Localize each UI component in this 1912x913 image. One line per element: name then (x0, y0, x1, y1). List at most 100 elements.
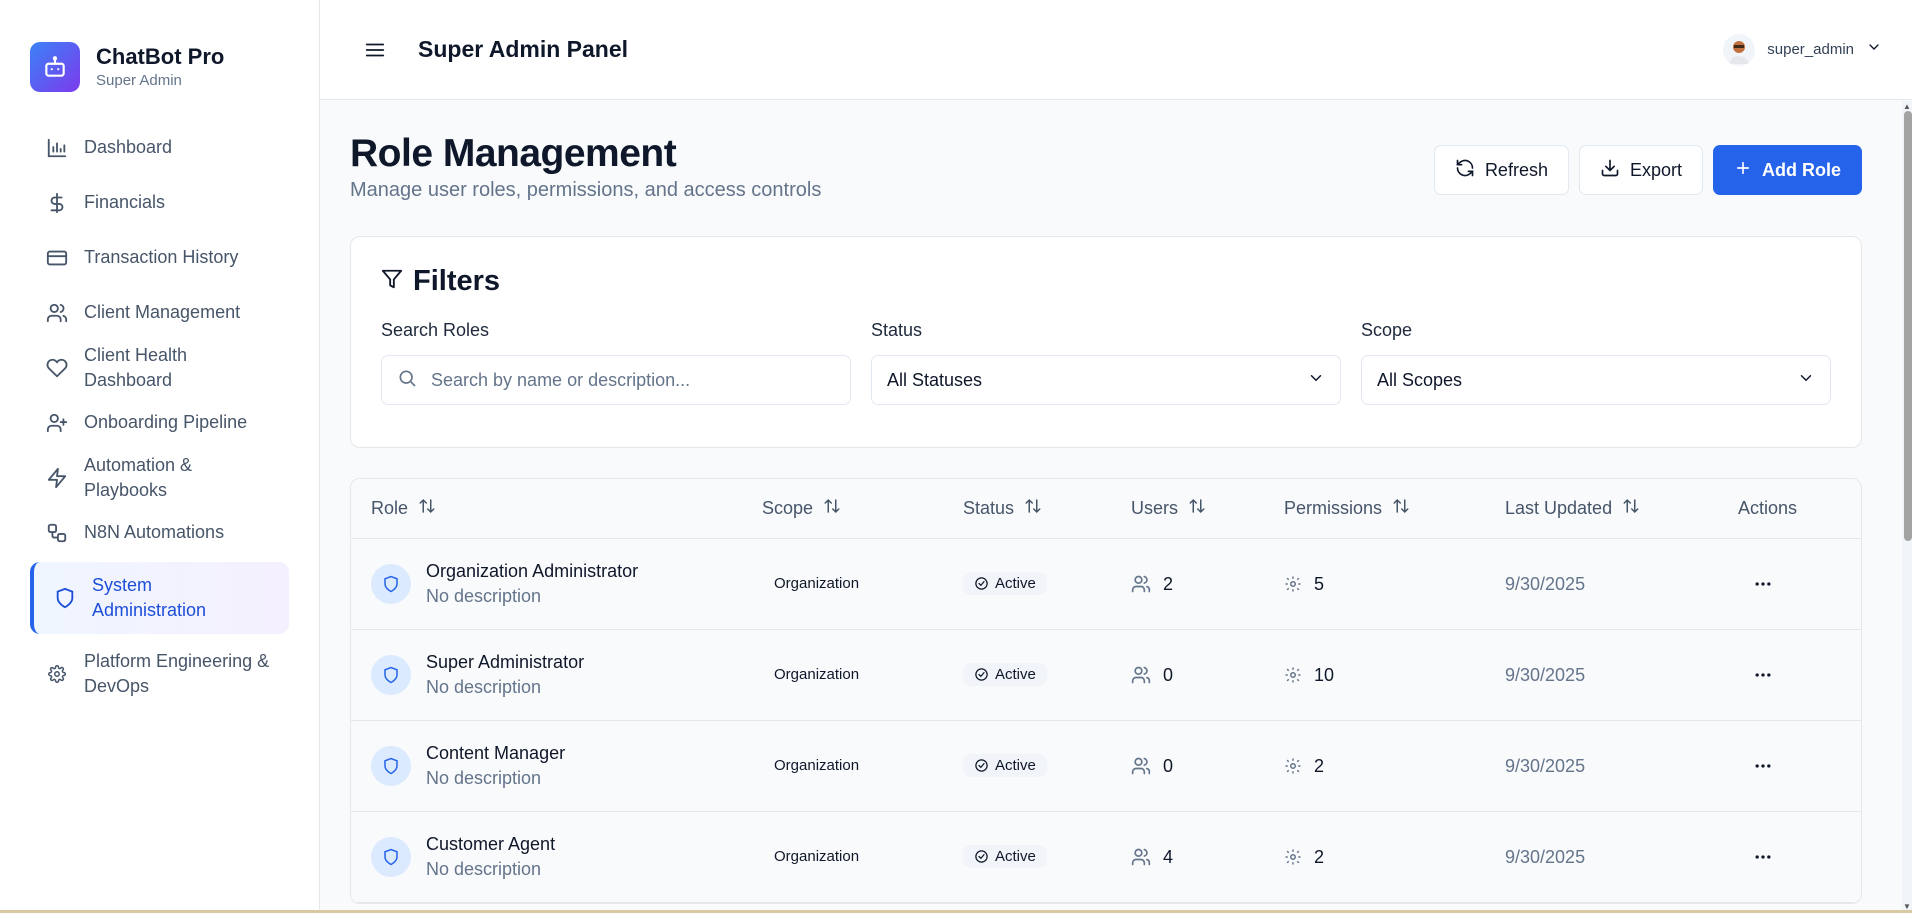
gear-icon (1285, 667, 1301, 683)
users-count: 4 (1163, 846, 1174, 867)
bar-chart-icon (44, 137, 70, 159)
check-circle-icon (975, 668, 988, 681)
heart-icon (44, 357, 70, 379)
search-icon (397, 368, 417, 393)
gear-icon (1285, 576, 1301, 592)
role-description: No description (426, 586, 542, 606)
role-name: Organization Administrator (426, 561, 639, 581)
search-input[interactable] (431, 369, 835, 391)
scope-select[interactable]: All Scopes (1361, 355, 1831, 405)
sidebar-item-automation-playbooks[interactable]: Automation & Playbooks (30, 450, 289, 505)
last-updated: 9/30/2025 (1505, 573, 1586, 594)
column-header-scope[interactable]: Scope (762, 497, 963, 520)
users-count: 0 (1163, 664, 1174, 685)
users-count: 0 (1163, 755, 1174, 776)
column-header-permissions[interactable]: Permissions (1284, 497, 1505, 520)
users-icon (1131, 666, 1151, 684)
sort-icon (823, 497, 841, 520)
check-circle-icon (975, 759, 988, 772)
export-label: Export (1629, 159, 1682, 180)
status-select[interactable]: All Statuses (871, 355, 1341, 405)
sidebar-item-label: Client Health Dashboard (84, 344, 188, 390)
sidebar-item-client-management[interactable]: Client Management (30, 285, 289, 340)
scroll-up-arrow-icon[interactable]: ▲ (1902, 101, 1912, 111)
sidebar: ChatBot Pro Super Admin Dashboard Financ… (0, 0, 320, 913)
column-header-role[interactable]: Role (351, 497, 762, 520)
sidebar-item-onboarding-pipeline[interactable]: Onboarding Pipeline (30, 395, 289, 450)
table-row[interactable]: Organization Administrator No descriptio… (351, 539, 1861, 630)
scroll-thumb[interactable] (1904, 111, 1912, 541)
users-icon (1131, 848, 1151, 866)
column-header-last-updated[interactable]: Last Updated (1505, 497, 1738, 520)
scope-badge: Organization (774, 575, 860, 592)
add-role-button[interactable]: Add Role (1713, 145, 1862, 195)
sidebar-item-n8n-automations[interactable]: N8N Automations (30, 505, 289, 560)
user-plus-icon (44, 412, 70, 434)
page-subtitle: Manage user roles, permissions, and acce… (350, 179, 822, 201)
sidebar-item-system-administration[interactable]: System Administration (30, 562, 289, 634)
users-count: 2 (1163, 573, 1174, 594)
header-title: Super Admin Panel (418, 36, 629, 62)
table-body: Organization Administrator No descriptio… (351, 539, 1861, 903)
table-row[interactable]: Super Administrator No description Organ… (351, 630, 1861, 721)
last-updated: 9/30/2025 (1505, 755, 1586, 776)
table-row[interactable]: Content Manager No description Organizat… (351, 721, 1861, 812)
sidebar-item-label: Client Management (84, 302, 241, 322)
export-button[interactable]: Export (1578, 145, 1703, 195)
roles-table: Role Scope Status Users Permissions Last… (350, 478, 1862, 904)
column-header-status[interactable]: Status (963, 497, 1131, 520)
sidebar-item-transaction-history[interactable]: Transaction History (30, 230, 289, 285)
dollar-icon (44, 192, 70, 214)
hamburger-menu-icon[interactable] (360, 35, 390, 65)
more-actions-icon[interactable] (1745, 839, 1781, 875)
role-name: Super Administrator (426, 652, 585, 672)
permissions-count: 5 (1314, 573, 1325, 594)
main-content: Role Management Manage user roles, permi… (320, 101, 1902, 913)
last-updated: 9/30/2025 (1505, 664, 1586, 685)
page-header: Role Management Manage user roles, permi… (350, 101, 1862, 236)
sidebar-item-label: Dashboard (84, 137, 173, 157)
scope-label: Scope (1361, 320, 1413, 340)
sidebar-item-client-health-dashboard[interactable]: Client Health Dashboard (30, 340, 289, 395)
more-actions-icon[interactable] (1745, 748, 1781, 784)
refresh-button[interactable]: Refresh (1433, 145, 1569, 195)
add-role-label: Add Role (1762, 159, 1841, 180)
status-badge: Active (963, 754, 1047, 777)
column-header-users[interactable]: Users (1131, 497, 1284, 520)
sidebar-item-label: Onboarding Pipeline (84, 412, 248, 432)
sort-icon (1622, 497, 1640, 520)
filters-title: Filters (381, 265, 1831, 298)
filters-panel: Filters Search Roles Status All Statuses… (350, 236, 1862, 448)
column-label: Last Updated (1505, 498, 1613, 518)
more-actions-icon[interactable] (1745, 566, 1781, 602)
credit-card-icon (44, 247, 70, 269)
sidebar-item-platform-engineering[interactable]: Platform Engineering & DevOps (30, 636, 289, 711)
sort-icon (418, 497, 436, 520)
sidebar-nav: Dashboard Financials Transaction History… (0, 120, 319, 711)
user-menu[interactable]: super_admin (1723, 33, 1882, 66)
role-description: No description (426, 768, 542, 788)
sort-icon (1392, 497, 1410, 520)
users-icon (1131, 575, 1151, 593)
table-row[interactable]: Customer Agent No description Organizati… (351, 812, 1861, 903)
brand-name: ChatBot Pro (96, 43, 225, 69)
column-header-actions: Actions (1738, 498, 1798, 518)
refresh-icon (1455, 158, 1475, 183)
sort-icon (1188, 497, 1206, 520)
column-label: Users (1131, 498, 1179, 518)
more-actions-icon[interactable] (1745, 657, 1781, 693)
lightning-icon (44, 467, 70, 489)
search-field (381, 355, 851, 405)
filter-icon (381, 265, 403, 298)
permissions-count: 10 (1314, 664, 1335, 685)
sidebar-item-financials[interactable]: Financials (30, 175, 289, 230)
scope-select-value: All Scopes (1377, 369, 1463, 390)
shield-icon (52, 587, 78, 609)
sidebar-item-dashboard[interactable]: Dashboard (30, 120, 289, 175)
check-circle-icon (975, 577, 988, 590)
table-header: Role Scope Status Users Permissions Last… (351, 479, 1861, 539)
column-label: Scope (762, 498, 814, 518)
chevron-down-icon (1866, 39, 1882, 60)
page-scrollbar[interactable]: ▲ ▼ (1902, 101, 1912, 913)
sidebar-item-label: Automation & Playbooks (84, 454, 193, 500)
